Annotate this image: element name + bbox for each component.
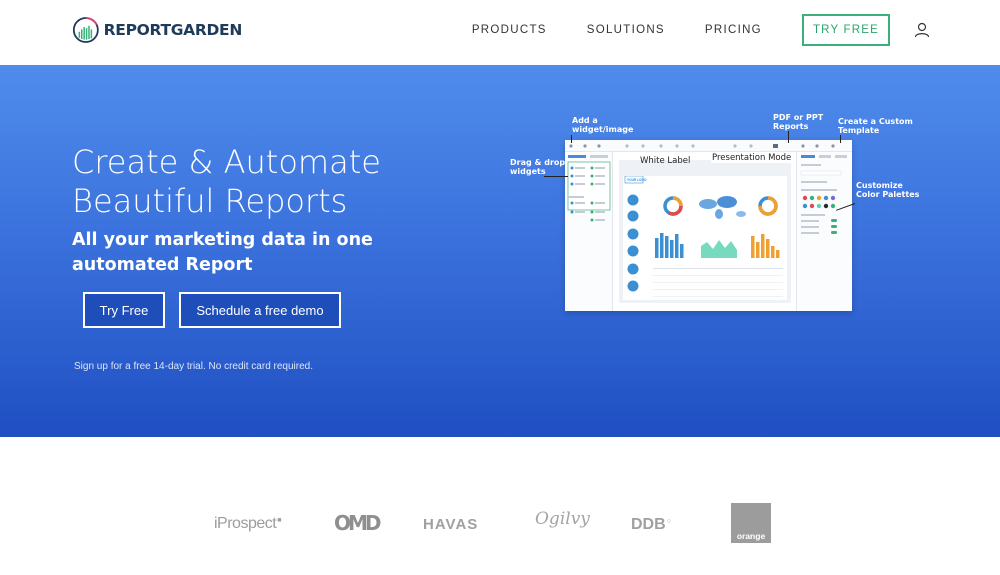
hero-title: Create & Automate Beautiful Reports (72, 143, 472, 221)
nav-products[interactable]: PRODUCTS (472, 24, 547, 36)
leader-pdf-ppt (788, 131, 789, 143)
annotation-presentation-mode: Presentation Mode (711, 153, 793, 163)
ddb-name: DDB (631, 516, 666, 533)
client-logo-ddb: DDB○ (631, 516, 671, 534)
annotation-pdf-ppt: PDF or PPT Reports (773, 113, 824, 131)
client-logos: iProspect■ OMD HAVAS Ogilvy DDB○ orange (0, 437, 1000, 575)
client-logo-havas: HAVAS (423, 516, 479, 533)
report-canvas: YOUR LOGO (619, 160, 791, 303)
try-free-button[interactable]: Try Free (83, 292, 165, 328)
annotation-white-label: White Label (640, 156, 691, 166)
nav-solutions[interactable]: SOLUTIONS (587, 24, 665, 36)
hero-title-line-2: Beautiful Reports (72, 182, 348, 220)
your-logo-placeholder: YOUR LOGO (627, 178, 647, 182)
main-nav: PRODUCTS SOLUTIONS PRICING TRY FREE (432, 14, 930, 46)
annotation-add-widget: Add a widget/image (572, 116, 634, 134)
client-logo-iprospect: iProspect■ (214, 515, 281, 533)
trial-note: Sign up for a free 14-day trial. No cred… (74, 361, 314, 372)
hero-title-line-1: Create & Automate (72, 143, 381, 181)
nav-try-free-button[interactable]: TRY FREE (801, 14, 890, 46)
palette-options (800, 155, 847, 234)
editor-toolbar (565, 140, 852, 152)
leader-drag-drop (544, 176, 568, 177)
annotation-drag-drop: Drag & drop widgets (510, 158, 566, 176)
user-account-icon[interactable] (914, 22, 930, 38)
hero-subtitle: All your marketing data in one automated… (72, 230, 373, 275)
leader-add-widget (571, 135, 572, 143)
widget-list (567, 155, 611, 222)
iprospect-mark-icon: ■ (277, 516, 281, 524)
product-screenshot: YOUR LOGO White Label Presentation Mode (565, 140, 852, 311)
iprospect-name: iProspect (214, 515, 277, 532)
style-panel (796, 152, 852, 311)
reportgarden-logo-icon (72, 17, 99, 43)
brand-name: REPORTGARDEN (103, 21, 243, 39)
annotation-color-palettes: Customize Color Palettes (856, 181, 920, 199)
client-logo-omd: OMD (334, 511, 381, 535)
nav-pricing[interactable]: PRICING (705, 24, 762, 36)
hero-section: Create & Automate Beautiful Reports All … (0, 65, 1000, 437)
report-page: YOUR LOGO (623, 175, 787, 300)
brand-logo[interactable]: REPORTGARDEN (72, 7, 242, 53)
schedule-demo-button[interactable]: Schedule a free demo (179, 292, 341, 328)
ddb-mark-icon: ○ (666, 517, 671, 525)
report-widgets (624, 175, 783, 297)
leader-custom-template (840, 135, 841, 143)
annotation-custom-template: Create a Custom Template (838, 117, 913, 135)
site-header: REPORTGARDEN PRODUCTS SOLUTIONS PRICING … (0, 0, 1000, 65)
client-logo-ogilvy: Ogilvy (535, 509, 590, 529)
widget-panel (565, 152, 613, 311)
client-logo-orange: orange (731, 503, 771, 543)
